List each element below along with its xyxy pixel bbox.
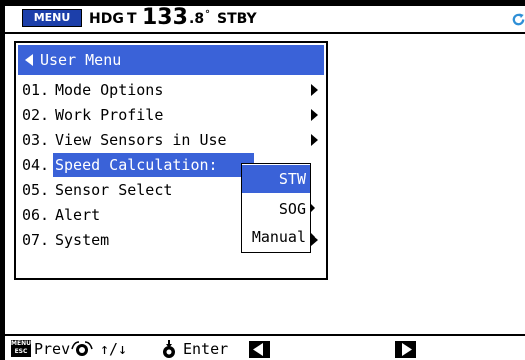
- refresh-icon: [512, 13, 525, 26]
- knob-press-icon: [163, 340, 175, 358]
- menu-item-view-sensors[interactable]: 03. View Sensors in Use: [18, 128, 324, 152]
- menu-item-work-profile[interactable]: 02. Work Profile: [18, 103, 324, 127]
- submenu-arrow-icon: [311, 84, 318, 96]
- submenu-option-sog[interactable]: SOG: [242, 195, 310, 223]
- menu-item-label: View Sensors in Use: [55, 131, 227, 149]
- menu-item-number: 01.: [22, 81, 50, 99]
- screen-bezel-left: [0, 0, 5, 360]
- up-down-label[interactable]: ↑/↓: [100, 338, 127, 360]
- menu-item-number: 05.: [22, 181, 50, 199]
- submenu-arrow-icon: [311, 109, 318, 121]
- mode-status: STBY: [217, 11, 257, 27]
- menu-button[interactable]: MENU: [22, 9, 82, 27]
- menu-item-label: Mode Options: [55, 81, 164, 99]
- left-arrow-icon[interactable]: [249, 341, 270, 358]
- heading-label: HDG: [89, 11, 124, 27]
- enter-label[interactable]: Enter: [183, 338, 228, 360]
- heading-type: T: [127, 11, 137, 27]
- heading-unit: °: [205, 9, 210, 20]
- menu-item-label: System: [55, 231, 110, 249]
- heading-value: 133: [142, 5, 188, 30]
- menu-item-number: 03.: [22, 131, 50, 149]
- footer-guide: MENU ESC Prev ↑/↓ Enter: [5, 336, 525, 360]
- menu-item-label: Alert: [55, 206, 101, 224]
- submenu-option-label: Manual: [251, 228, 306, 246]
- prev-label[interactable]: Prev: [34, 338, 70, 360]
- menu-item-label: Speed Calculation:: [53, 153, 254, 177]
- heading-decimal: .8: [189, 11, 205, 27]
- menu-item-number: 07.: [22, 231, 50, 249]
- submenu-option-manual[interactable]: Manual: [242, 223, 310, 251]
- menu-item-label: Work Profile: [55, 106, 164, 124]
- status-bar: MENU HDG T 133 .8 ° STBY: [5, 5, 525, 34]
- submenu-arrow-icon: [311, 134, 318, 146]
- submenu-option-label: SOG: [278, 200, 306, 218]
- menu-item-mode-options[interactable]: 01. Mode Options: [18, 78, 324, 102]
- menu-item-number: 06.: [22, 206, 50, 224]
- menu-esc-key-icon: MENU ESC: [11, 340, 31, 357]
- rotary-knob-icon: [71, 341, 93, 356]
- menu-item-number: 04.: [22, 156, 50, 174]
- menu-title: User Menu: [40, 51, 122, 69]
- menu-header[interactable]: User Menu: [18, 45, 324, 75]
- submenu-option-stw[interactable]: STW: [242, 165, 310, 193]
- menu-item-label: Sensor Select: [55, 181, 173, 199]
- menu-item-number: 02.: [22, 106, 50, 124]
- submenu-option-label: STW: [278, 170, 306, 188]
- speed-calculation-submenu: STW SOG Manual: [241, 163, 311, 253]
- right-arrow-icon[interactable]: [395, 341, 416, 358]
- autopilot-display: MENU HDG T 133 .8 ° STBY User Menu 01. M…: [0, 0, 525, 360]
- back-triangle-icon: [25, 54, 33, 66]
